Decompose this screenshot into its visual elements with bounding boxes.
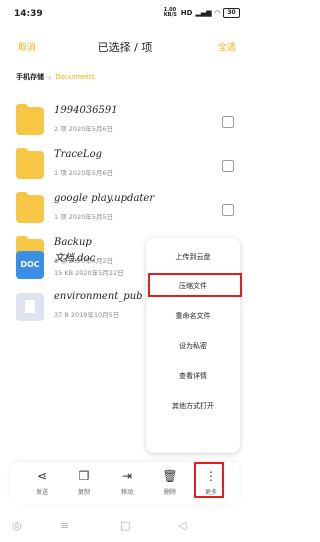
file-name: 1994036591 — [54, 105, 118, 116]
move-icon: ⇥ — [121, 469, 133, 483]
send-label: 发送 — [35, 489, 48, 496]
navigation-bar: ◎ ≡ □ ◁ — [0, 514, 250, 538]
status-bar: 14:39 1.00 KB/S HD ▂▄▆ ◠ 30 — [0, 0, 250, 26]
list-item[interactable]: TraceLog 1 项 2020年5月6日 — [0, 144, 250, 192]
list-item[interactable]: google play.updater 1 项 2020年5月5日 — [0, 188, 250, 236]
page-title: 已选择 / 项 — [97, 41, 153, 54]
move-label: 移动 — [120, 489, 133, 496]
breadcrumb: 手机存储 › Documents — [16, 70, 95, 84]
menu-item-open-with[interactable]: 其他方式打开 — [146, 395, 240, 417]
copy-label: 复制 — [77, 489, 90, 496]
menu-item-upload-cloud[interactable]: 上传到云盘 — [146, 246, 240, 268]
cancel-button[interactable]: 取消 — [18, 40, 36, 53]
file-meta: 37 B 2019年10月5日 — [54, 311, 120, 319]
wifi-icon: ◠ — [214, 9, 220, 17]
copy-button[interactable]: ❐ 复制 — [68, 468, 100, 502]
file-name: environment_pub — [54, 291, 143, 302]
network-speed: 1.00 KB/S — [163, 7, 177, 18]
breadcrumb-root[interactable]: 手机存储 — [16, 72, 44, 82]
select-all-button[interactable]: 全选 — [218, 40, 236, 53]
file-name: google play.updater — [54, 193, 155, 204]
doc-icon: DOC — [16, 251, 44, 279]
menu-item-details[interactable]: 查看详情 — [146, 365, 240, 387]
share-icon: ⋖ — [36, 469, 48, 483]
send-button[interactable]: ⋖ 发送 — [26, 468, 58, 502]
file-name: 文档.doc — [54, 253, 96, 264]
assistant-icon[interactable]: ◎ — [12, 519, 22, 532]
battery-level: 30 — [227, 9, 236, 16]
highlight-box — [148, 273, 242, 297]
delete-button[interactable]: 🗑 删除 — [154, 468, 186, 502]
copy-icon: ❐ — [78, 469, 90, 483]
file-meta: 2 项 2020年5月6日 — [54, 125, 114, 133]
home-icon[interactable]: □ — [120, 519, 130, 532]
highlight-box — [194, 462, 224, 498]
file-meta: 1 项 2020年5月5日 — [54, 213, 114, 221]
breadcrumb-separator: › — [48, 72, 52, 82]
network-type: HD — [180, 9, 193, 17]
status-icons: 1.00 KB/S HD ▂▄▆ ◠ 30 — [164, 8, 240, 18]
file-meta: 1 项 2020年5月6日 — [54, 169, 114, 177]
battery-icon: 30 — [223, 8, 240, 18]
checkbox[interactable] — [222, 160, 234, 172]
folder-icon — [16, 192, 44, 223]
folder-icon — [16, 104, 44, 135]
checkbox[interactable] — [222, 116, 234, 128]
back-icon[interactable]: ◁ — [178, 519, 186, 532]
delete-icon: 🗑 — [162, 469, 178, 483]
context-menu: 上传到云盘 压缩文件 重命名文件 设为私密 查看详情 其他方式打开 — [146, 238, 240, 453]
folder-icon — [16, 148, 44, 179]
title-bar: 已选择 / 项 取消 全选 — [0, 36, 250, 58]
list-item[interactable]: 1994036591 2 项 2020年5月6日 — [0, 100, 250, 148]
menu-item-rename[interactable]: 重命名文件 — [146, 305, 240, 327]
signal-icon: ▂▄▆ — [195, 9, 212, 17]
checkbox[interactable] — [222, 204, 234, 216]
file-name: TraceLog — [54, 149, 102, 160]
breadcrumb-current: Documents — [55, 73, 96, 81]
file-meta: 15 KB 2020年5月22日 — [54, 269, 124, 277]
file-icon — [16, 293, 44, 321]
status-time: 14:39 — [14, 9, 43, 19]
delete-label: 删除 — [163, 489, 176, 496]
move-button[interactable]: ⇥ 移动 — [111, 468, 143, 502]
menu-item-set-private[interactable]: 设为私密 — [146, 335, 240, 357]
menu-icon[interactable]: ≡ — [60, 519, 69, 532]
